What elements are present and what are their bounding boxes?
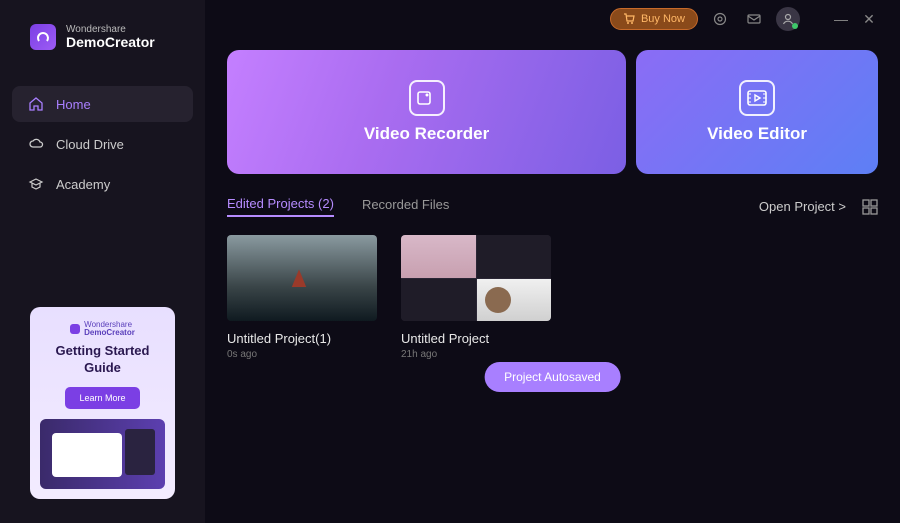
cloud-icon bbox=[28, 136, 44, 152]
project-title: Untitled Project(1) bbox=[227, 331, 377, 346]
mail-icon[interactable] bbox=[742, 7, 766, 31]
settings-icon[interactable] bbox=[708, 7, 732, 31]
sidebar-item-label: Home bbox=[56, 97, 91, 112]
buy-now-button[interactable]: Buy Now bbox=[610, 8, 698, 30]
academy-icon bbox=[28, 176, 44, 192]
close-button[interactable]: ✕ bbox=[860, 11, 878, 28]
project-item[interactable]: Untitled Project(1) 0s ago bbox=[227, 235, 377, 360]
open-project-button[interactable]: Open Project > bbox=[759, 199, 846, 214]
grid-view-icon[interactable] bbox=[862, 199, 878, 215]
video-editor-card[interactable]: Video Editor bbox=[636, 50, 878, 174]
project-list: Untitled Project(1) 0s ago Untitled Proj… bbox=[227, 235, 878, 360]
tab-recorded-files[interactable]: Recorded Files bbox=[362, 197, 449, 216]
logo-icon bbox=[30, 24, 56, 50]
sidebar-item-academy[interactable]: Academy bbox=[12, 166, 193, 202]
autosave-toast: Project Autosaved bbox=[484, 362, 621, 392]
brand-main: DemoCreator bbox=[66, 35, 155, 50]
titlebar: Buy Now — ✕ bbox=[227, 0, 878, 38]
promo-logo-main: DemoCreator bbox=[84, 329, 135, 337]
user-avatar[interactable] bbox=[776, 7, 800, 31]
app-logo: Wondershare DemoCreator bbox=[0, 24, 205, 74]
cart-icon bbox=[623, 13, 635, 25]
video-recorder-card[interactable]: Video Recorder bbox=[227, 50, 626, 174]
sidebar-item-label: Academy bbox=[56, 177, 110, 192]
promo-learn-more-button[interactable]: Learn More bbox=[65, 387, 139, 409]
project-thumbnail bbox=[401, 235, 551, 321]
recorder-icon bbox=[409, 80, 445, 116]
promo-title: Getting Started Guide bbox=[40, 343, 165, 377]
home-icon bbox=[28, 96, 44, 112]
tab-edited-projects[interactable]: Edited Projects (2) bbox=[227, 196, 334, 217]
minimize-button[interactable]: — bbox=[832, 11, 850, 27]
recorder-title: Video Recorder bbox=[364, 124, 489, 144]
tabbar: Edited Projects (2) Recorded Files Open … bbox=[227, 196, 878, 217]
project-item[interactable]: Untitled Project 21h ago bbox=[401, 235, 551, 360]
promo-illustration bbox=[40, 419, 165, 489]
sidebar: Wondershare DemoCreator Home Cloud Drive… bbox=[0, 0, 205, 523]
project-time: 0s ago bbox=[227, 349, 377, 360]
main-area: Buy Now — ✕ Video Recorder Video Editor bbox=[205, 0, 900, 523]
editor-icon bbox=[739, 80, 775, 116]
sidebar-item-label: Cloud Drive bbox=[56, 137, 124, 152]
editor-title: Video Editor bbox=[707, 124, 807, 144]
sidebar-item-cloud[interactable]: Cloud Drive bbox=[12, 126, 193, 162]
promo-card[interactable]: Wondershare DemoCreator Getting Started … bbox=[30, 307, 175, 499]
promo-logo: Wondershare DemoCreator bbox=[40, 321, 165, 337]
buy-label: Buy Now bbox=[641, 13, 685, 25]
project-thumbnail bbox=[227, 235, 377, 321]
project-time: 21h ago bbox=[401, 349, 551, 360]
sidebar-item-home[interactable]: Home bbox=[12, 86, 193, 122]
project-title: Untitled Project bbox=[401, 331, 551, 346]
